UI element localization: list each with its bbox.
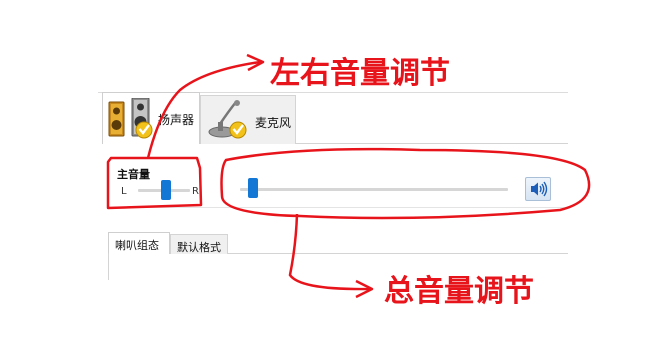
balance-highlight-box [106,156,203,210]
master-volume-highlight-ellipse [220,147,591,220]
annotation-balance-label: 左右音量调节 [270,56,450,91]
arrow-bottom-line [288,213,371,291]
annotation-master-volume-label: 总音量调节 [384,274,534,309]
arrow-top-line [146,60,261,159]
